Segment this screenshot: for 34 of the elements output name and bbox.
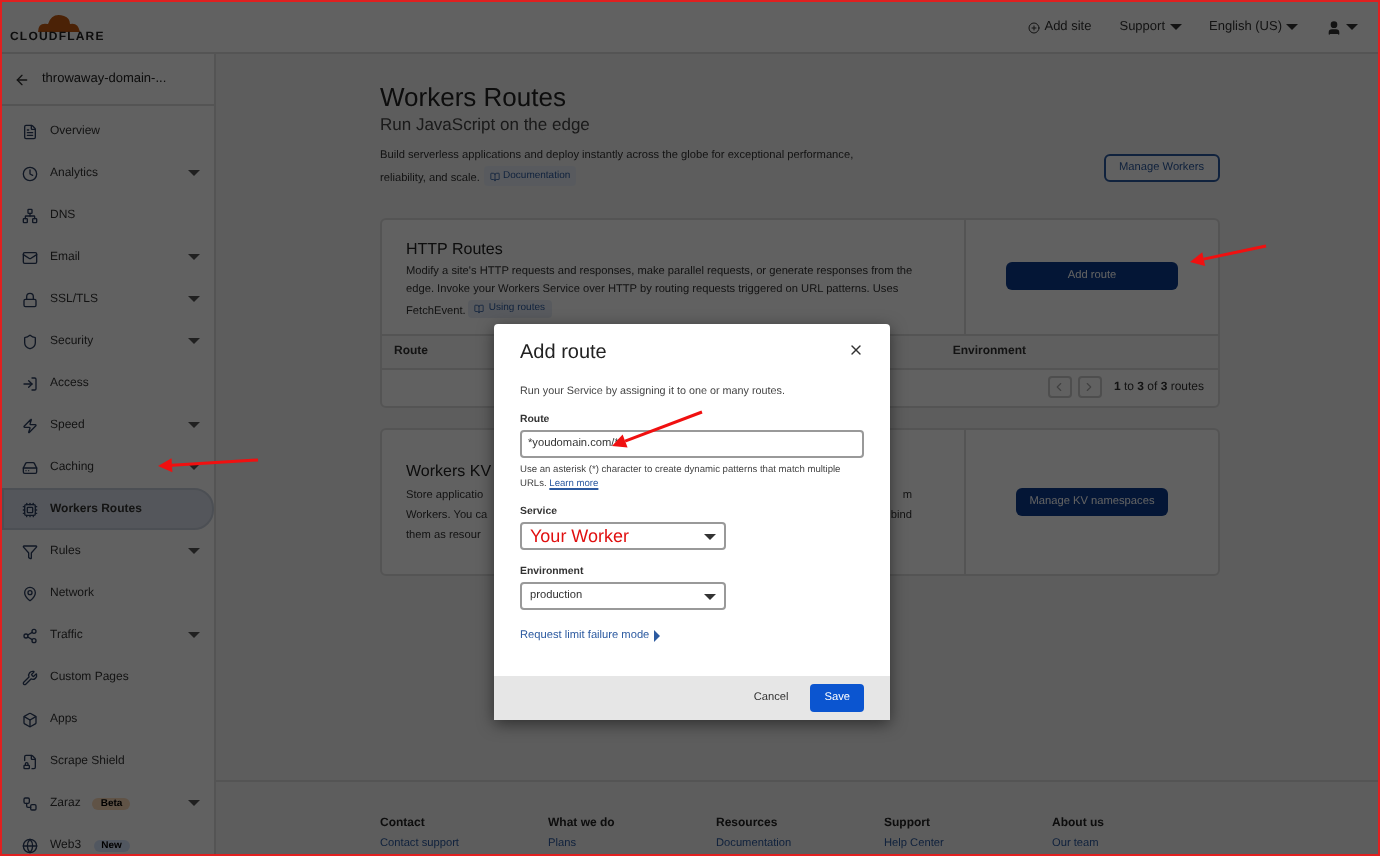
card-title: HTTP Routes — [406, 239, 503, 257]
card-title: Workers KV — [406, 461, 492, 479]
drive-icon — [22, 459, 38, 475]
caret-icon — [1169, 24, 1182, 30]
book-icon — [489, 171, 500, 181]
wrench-icon — [22, 669, 38, 685]
caret-icon — [1286, 24, 1298, 30]
document-icon — [22, 123, 38, 139]
box-icon — [22, 711, 38, 727]
book-icon — [474, 303, 485, 313]
file-lock-icon — [22, 753, 38, 769]
chip-icon — [22, 501, 38, 517]
close-button[interactable] — [848, 342, 864, 358]
add-icon — [1028, 21, 1041, 33]
workflow-icon — [22, 795, 38, 811]
network-icon — [22, 207, 38, 223]
lock-icon — [22, 291, 38, 307]
user-menu[interactable] — [1326, 19, 1358, 35]
filter-icon — [22, 543, 38, 559]
share-icon — [22, 627, 38, 643]
lightning-icon — [22, 417, 38, 433]
sign-in-icon — [22, 375, 38, 391]
chevron-left-icon — [1052, 380, 1067, 394]
shield-icon — [22, 333, 38, 349]
back-icon[interactable] — [14, 71, 30, 87]
pin-icon — [22, 585, 38, 601]
dialog-title: Add route — [520, 342, 607, 364]
globe-icon — [22, 837, 38, 853]
page-subtitle: Run JavaScript on the edge — [380, 114, 592, 134]
service-select[interactable]: Your Worker — [520, 522, 726, 550]
chevron-right-icon — [1082, 380, 1097, 394]
mail-icon — [22, 249, 38, 265]
page-title: Workers Routes — [380, 82, 568, 112]
clock-icon — [22, 165, 38, 181]
